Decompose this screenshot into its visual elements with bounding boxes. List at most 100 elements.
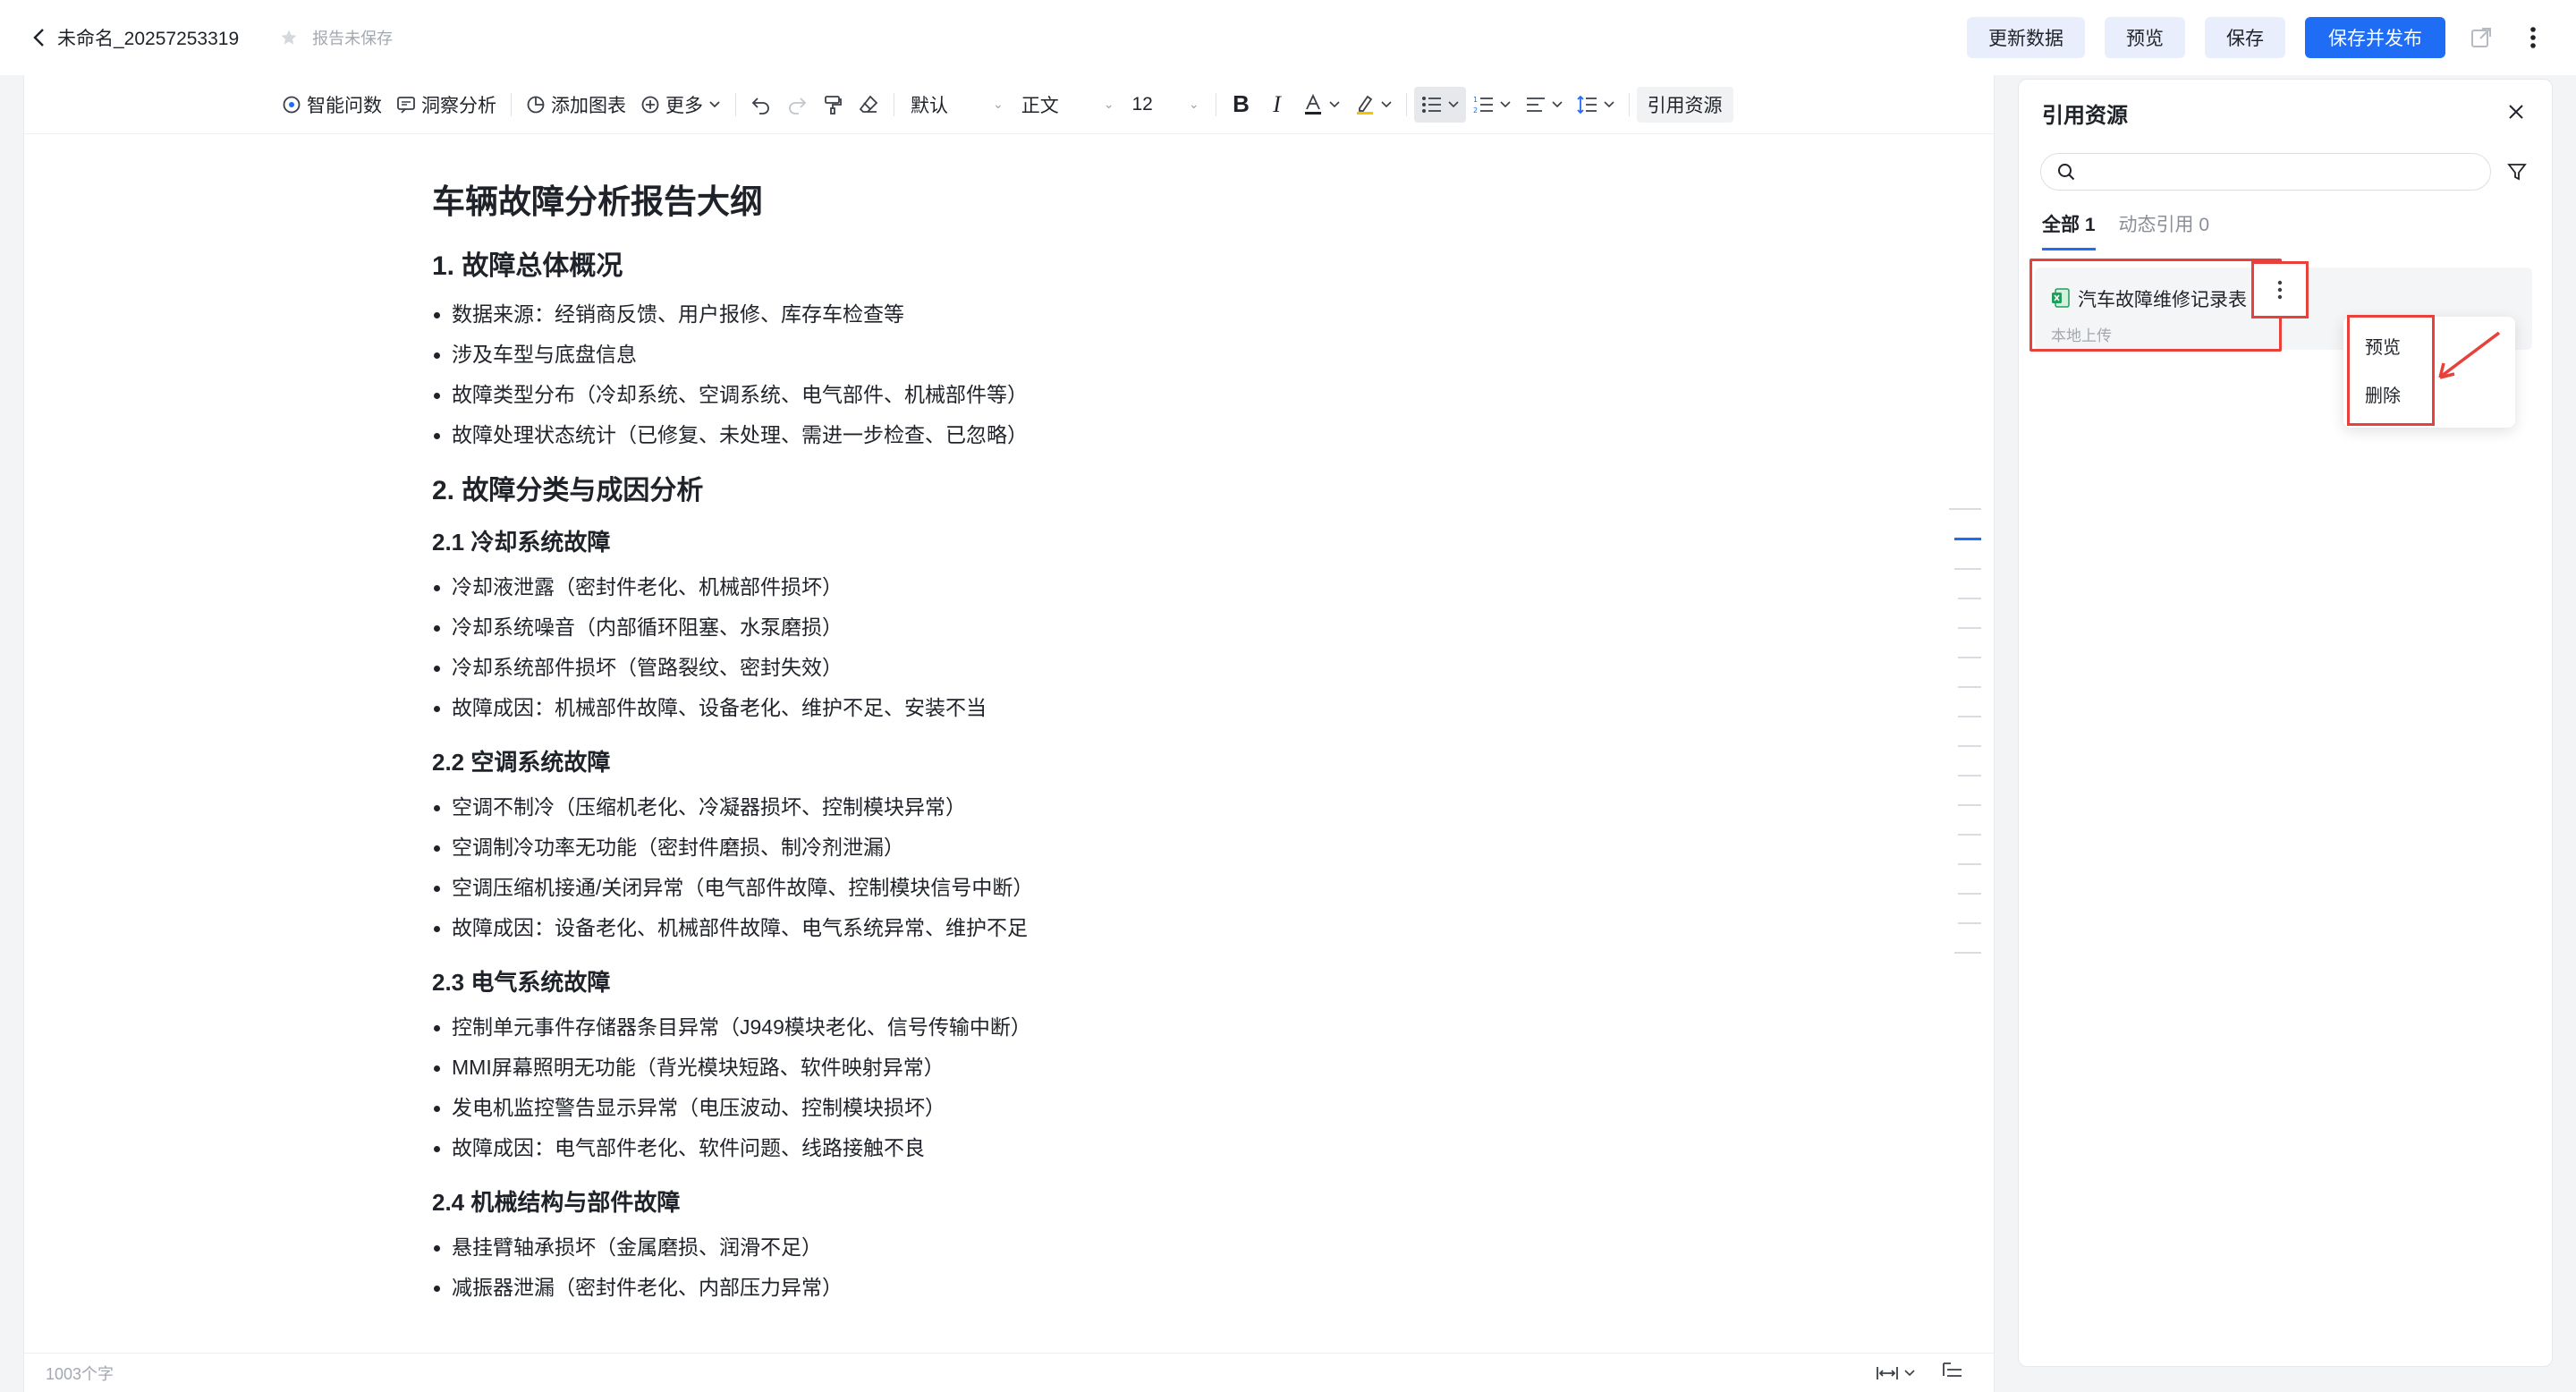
star-icon[interactable] <box>280 27 301 48</box>
resource-tabs: 全部 1 动态引用 0 <box>2042 210 2209 250</box>
editor-toolbar: 智能问数 洞察分析 添加图表 更多 默认 ⌄ 正文 ⌄ 12 ⌄ B I 1 2… <box>24 75 1994 134</box>
vertical-ellipsis-icon <box>2277 280 2283 300</box>
bullet-list: 控制单元事件存储器条目异常（J949模块老化、信号传输中断） MMI屏幕照明无功… <box>432 1007 1595 1168</box>
chevron-down-icon: ⌄ <box>1103 97 1114 111</box>
save-and-publish-button[interactable]: 保存并发布 <box>2305 17 2445 58</box>
outline-line[interactable] <box>1954 568 1981 570</box>
more-insert-label: 更多 <box>665 95 703 116</box>
outline-line[interactable] <box>1958 686 1981 688</box>
toolbar-divider <box>735 92 736 116</box>
outline-line[interactable] <box>1958 716 1981 717</box>
chevron-down-icon: ⌄ <box>1188 97 1199 111</box>
smart-ask-label: 智能问数 <box>307 95 382 116</box>
list-item: 数据来源：经销商反馈、用户报修、库存车检查等 <box>432 294 1595 335</box>
list-item: 冷却液泄露（密封件老化、机械部件损坏） <box>432 567 1595 607</box>
cite-resource-button[interactable]: 引用资源 <box>1636 86 1733 123</box>
chevron-down-icon <box>709 100 720 107</box>
format-painter-icon[interactable] <box>815 87 851 123</box>
top-bar: 未命名_20257253319 报告未保存 更新数据 预览 保存 保存并发布 <box>0 0 2576 75</box>
outline-line[interactable] <box>1958 893 1981 895</box>
list-item: 空调不制冷（压缩机老化、冷凝器损坏、控制模块异常） <box>432 787 1595 828</box>
list-item: 减振器泄漏（密封件老化、内部压力异常） <box>432 1268 1595 1308</box>
outline-line[interactable] <box>1958 745 1981 747</box>
resource-search-input[interactable] <box>2082 154 2490 190</box>
save-button[interactable]: 保存 <box>2205 17 2285 58</box>
more-insert-button[interactable]: 更多 <box>633 87 728 123</box>
outline-line[interactable] <box>1958 627 1981 629</box>
toolbar-divider <box>1405 92 1407 116</box>
list-item: 冷却系统部件损坏（管路裂纹、密封失效） <box>432 648 1595 688</box>
document-title: 车辆故障分析报告大纲 <box>432 183 763 220</box>
insight-analysis-label: 洞察分析 <box>421 95 496 116</box>
list-item: 悬挂臂轴承损坏（金属磨损、润滑不足） <box>432 1227 1595 1268</box>
menu-item-preview[interactable]: 预览 <box>2365 333 2401 359</box>
resource-item-name: 汽车故障维修记录表 <box>2078 290 2247 310</box>
highlight-box <box>2347 315 2435 426</box>
preview-button[interactable]: 预览 <box>2105 17 2185 58</box>
redo-icon[interactable] <box>779 87 815 123</box>
close-icon[interactable] <box>2500 96 2532 128</box>
back-arrow-icon[interactable] <box>27 25 52 50</box>
add-chart-button[interactable]: 添加图表 <box>519 87 633 123</box>
line-spacing-icon[interactable] <box>1570 87 1622 123</box>
bold-icon[interactable]: B <box>1224 87 1259 123</box>
font-family-value: 默认 <box>911 95 948 116</box>
font-family-select[interactable]: 默认 ⌄ <box>902 87 1013 123</box>
save-status: 报告未保存 <box>312 30 394 47</box>
list-item: 发电机监控警告显示异常（电压波动、控制模块损坏） <box>432 1088 1595 1128</box>
subsection-heading: 2.4 机械结构与部件故障 <box>432 1188 681 1216</box>
list-item: 空调压缩机接通/关闭异常（电气部件故障、控制模块信号中断） <box>432 868 1595 908</box>
outline-line[interactable] <box>1958 863 1981 865</box>
outline-minimap[interactable] <box>1945 508 1981 981</box>
numbered-list-icon[interactable]: 12 <box>1466 87 1518 123</box>
bullet-list: 冷却液泄露（密封件老化、机械部件损坏） 冷却系统噪音（内部循环阻塞、水泵磨损） … <box>432 567 1595 728</box>
list-item: 故障类型分布（冷却系统、空调系统、电气部件、机械部件等） <box>432 375 1595 415</box>
reference-panel-title: 引用资源 <box>2042 104 2128 128</box>
document-body[interactable]: 车辆故障分析报告大纲 1. 故障总体概况 数据来源：经销商反馈、用户报修、库存车… <box>432 182 1595 1326</box>
outline-line[interactable] <box>1958 922 1981 924</box>
update-data-button[interactable]: 更新数据 <box>1967 17 2085 58</box>
menu-item-delete[interactable]: 删除 <box>2365 381 2401 407</box>
eraser-icon[interactable] <box>851 87 886 123</box>
insight-analysis-button[interactable]: 洞察分析 <box>389 87 504 123</box>
tab-all[interactable]: 全部 1 <box>2042 210 2096 250</box>
list-item: 空调制冷功率无功能（密封件磨损、制冷剂泄漏） <box>432 828 1595 868</box>
outline-line[interactable] <box>1958 598 1981 599</box>
align-left-icon[interactable] <box>1518 87 1570 123</box>
smart-ask-button[interactable]: 智能问数 <box>275 87 389 123</box>
word-count: 1003个字 <box>46 1364 114 1383</box>
font-color-icon[interactable] <box>1295 87 1347 123</box>
font-size-select[interactable]: 12 ⌄ <box>1123 87 1208 123</box>
list-item: MMI屏幕照明无功能（背光模块短路、软件映射异常） <box>432 1048 1595 1088</box>
undo-icon[interactable] <box>743 87 779 123</box>
outline-line[interactable] <box>1958 657 1981 658</box>
bullet-list: 数据来源：经销商反馈、用户报修、库存车检查等 涉及车型与底盘信息 故障类型分布（… <box>432 294 1595 455</box>
outline-line[interactable] <box>1958 775 1981 777</box>
toolbar-divider <box>1628 92 1630 116</box>
outline-line[interactable] <box>1954 952 1981 954</box>
excel-file-icon <box>2052 288 2070 308</box>
resource-search-box[interactable] <box>2040 153 2491 191</box>
paragraph-style-select[interactable]: 正文 ⌄ <box>1013 87 1123 123</box>
outline-line[interactable] <box>1958 834 1981 836</box>
bullet-list: 空调不制冷（压缩机老化、冷凝器损坏、控制模块异常） 空调制冷功率无功能（密封件磨… <box>432 787 1595 948</box>
outline-line[interactable] <box>1949 508 1981 510</box>
page-width-icon[interactable] <box>1876 1364 1915 1382</box>
list-item: 涉及车型与底盘信息 <box>432 335 1595 375</box>
tab-dynamic-reference[interactable]: 动态引用 0 <box>2119 210 2210 250</box>
bullet-list: 悬挂臂轴承损坏（金属磨损、润滑不足） 减振器泄漏（密封件老化、内部压力异常） <box>432 1227 1595 1308</box>
italic-icon[interactable]: I <box>1259 87 1295 123</box>
highlight-color-icon[interactable] <box>1347 87 1399 123</box>
bullet-list-icon[interactable] <box>1413 86 1466 123</box>
editor-panel: 智能问数 洞察分析 添加图表 更多 默认 ⌄ 正文 ⌄ 12 ⌄ B I 1 2… <box>23 75 1995 1392</box>
filter-icon[interactable] <box>2502 157 2532 187</box>
outline-toggle-icon[interactable] <box>1942 1361 1963 1385</box>
toolbar-divider <box>511 92 512 116</box>
subsection-heading: 2.2 空调系统故障 <box>432 749 611 777</box>
outline-line[interactable] <box>1958 804 1981 806</box>
share-icon[interactable] <box>2465 21 2497 54</box>
more-options-icon[interactable] <box>2517 21 2549 54</box>
doc-title[interactable]: 未命名_20257253319 <box>57 24 239 51</box>
resource-more-button[interactable] <box>2251 261 2309 318</box>
outline-line-active[interactable] <box>1954 538 1981 540</box>
